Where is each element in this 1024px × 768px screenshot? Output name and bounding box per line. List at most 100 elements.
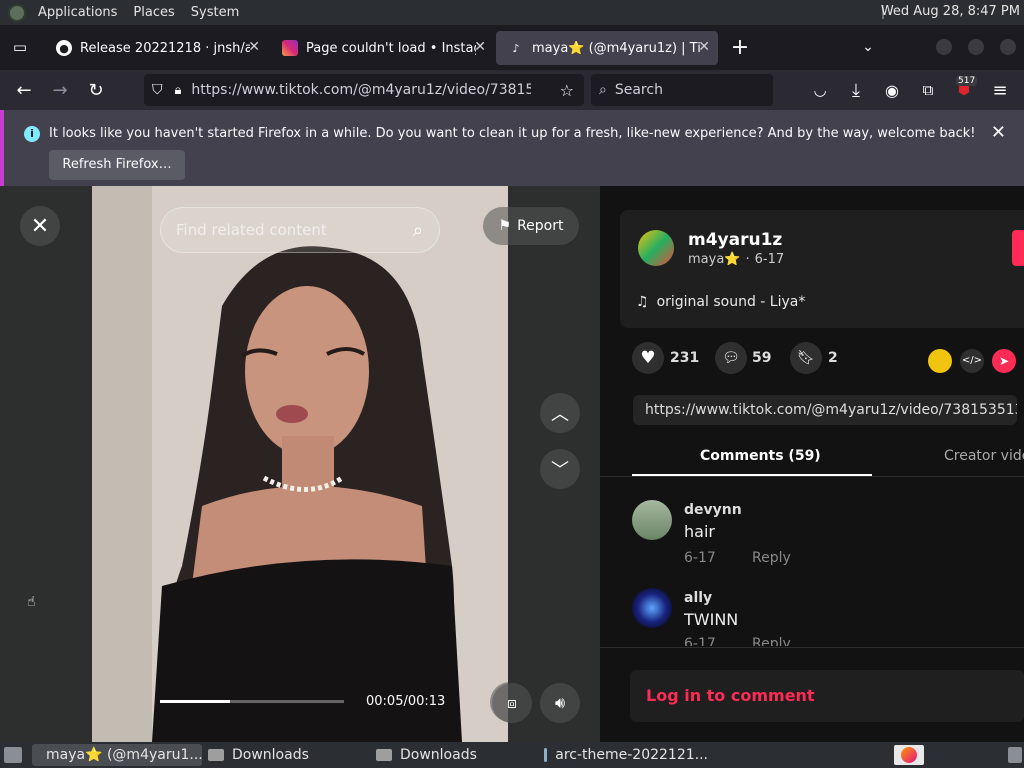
tab-github[interactable]: ● Release 20221218 · jnsh/arc ✕ <box>44 31 268 65</box>
task-label: Downloads <box>232 747 309 763</box>
creator-nickname: maya⭐ <box>688 252 741 267</box>
video-area: 00:05/00:13 ✕ Find related content ⌕ ⚑ R… <box>0 186 600 742</box>
firefox-icon <box>901 747 917 763</box>
creator-username[interactable]: m4yaru1z <box>688 230 782 250</box>
menu-applications[interactable]: Applications <box>38 5 117 20</box>
video-progress-fill <box>160 700 230 703</box>
avatar[interactable] <box>632 500 672 540</box>
refresh-firefox-button[interactable]: Refresh Firefox… <box>49 150 185 180</box>
search-bar[interactable]: ⌕ Search <box>591 74 773 106</box>
previous-video-button[interactable]: ︿ <box>540 393 580 433</box>
search-placeholder: Search <box>614 82 663 98</box>
save-count: 2 <box>828 350 838 366</box>
heart-icon: ♥ <box>640 348 656 368</box>
video-progress-track[interactable] <box>160 700 344 703</box>
chevron-up-icon: ︿ <box>551 404 569 425</box>
tab-bar: ▭ ● Release 20221218 · jnsh/arc ✕ Page c… <box>0 25 1024 70</box>
maximize-button[interactable] <box>968 39 984 55</box>
like-button[interactable]: ♥ <box>632 342 664 374</box>
comment-input-box[interactable]: Log in to comment <box>630 670 1024 722</box>
task-arc-theme[interactable]: arc-theme-2022121... <box>538 744 708 766</box>
github-icon: ● <box>56 40 72 56</box>
avatar[interactable] <box>632 588 672 628</box>
flag-icon: ⚑ <box>498 218 512 234</box>
close-video-button[interactable]: ✕ <box>20 206 60 246</box>
follow-button[interactable] <box>1012 230 1024 266</box>
floating-player-button[interactable]: ⧈ <box>492 683 532 723</box>
task-label: maya⭐ (@m4yaru1... <box>46 747 202 763</box>
info-icon: i <box>24 126 40 142</box>
comment-icon: 💬︎ <box>722 350 740 366</box>
repost-icon[interactable] <box>928 349 952 373</box>
save-button[interactable]: 🔖︎ <box>790 342 822 374</box>
tab-creator-videos[interactable]: Creator vide <box>944 448 1024 464</box>
creator-meta: maya⭐ · 6-17 <box>688 252 784 267</box>
downloads-icon[interactable]: ⤓ <box>844 78 868 102</box>
tab-overview-icon[interactable]: ▭ <box>8 35 32 59</box>
related-search-box[interactable]: Find related content ⌕ <box>160 207 440 253</box>
video-frame <box>92 186 508 742</box>
archive-icon <box>544 748 548 762</box>
task-firefox[interactable]: maya⭐ (@m4yaru1... <box>32 744 202 766</box>
task-label: Downloads <box>400 747 477 763</box>
video-player[interactable]: 00:05/00:13 <box>92 186 508 742</box>
close-icon[interactable]: ✕ <box>248 39 260 55</box>
tab-divider <box>600 476 1024 477</box>
menu-icon[interactable]: ≡ <box>988 78 1012 102</box>
workspace-switcher[interactable] <box>894 745 924 765</box>
window-close-button[interactable] <box>1000 39 1016 55</box>
shield-icon[interactable]: ⛉ <box>152 82 163 98</box>
tab-instagram[interactable]: Page couldn't load • Instagra ✕ <box>270 31 494 65</box>
forward-icon[interactable]: → <box>48 78 72 102</box>
task-downloads-2[interactable]: Downloads <box>370 744 538 766</box>
extensions-icon[interactable]: ⧉ <box>916 78 940 102</box>
reply-button[interactable]: Reply <box>752 550 791 566</box>
comment-text: hair <box>684 522 715 541</box>
creator-date: 6-17 <box>754 252 785 267</box>
avatar[interactable] <box>638 230 674 266</box>
gnome-logo-icon[interactable] <box>8 3 26 22</box>
send-icon[interactable]: ➤ <box>992 349 1016 373</box>
close-icon[interactable]: ✕ <box>991 122 1006 143</box>
report-button[interactable]: ⚑ Report <box>483 207 579 245</box>
next-video-button[interactable]: ﹀ <box>540 449 580 489</box>
share-url-box[interactable]: https://www.tiktok.com/@m4yaru1z/video/7… <box>633 395 1017 425</box>
reload-icon[interactable]: ↻ <box>84 78 108 102</box>
url-text[interactable]: https://www.tiktok.com/@m4yaru1z/video/7… <box>191 82 531 98</box>
pocket-icon[interactable]: ◡ <box>808 78 832 102</box>
tab-title: Release 20221218 · jnsh/arc <box>80 40 250 56</box>
account-icon[interactable]: ◉ <box>880 78 904 102</box>
notification-message: It looks like you haven't started Firefo… <box>49 126 976 141</box>
task-downloads-1[interactable]: Downloads <box>202 744 370 766</box>
list-all-tabs-icon[interactable]: ⌄ <box>856 35 880 59</box>
volume-button[interactable]: 🔊︎ <box>540 683 580 723</box>
tab-tiktok[interactable]: ♪ maya⭐ (@m4yaru1z) | TikTok ✕ <box>496 31 718 65</box>
comment-button[interactable]: 💬︎ <box>715 342 747 374</box>
minimize-button[interactable] <box>936 39 952 55</box>
related-search-placeholder: Find related content <box>176 221 327 239</box>
login-divider <box>600 647 1024 648</box>
close-icon[interactable]: ✕ <box>474 39 486 55</box>
embed-icon[interactable]: </> <box>960 349 984 373</box>
search-icon[interactable]: ⌕ <box>413 220 423 241</box>
close-icon[interactable]: ✕ <box>698 39 710 55</box>
refresh-notification: i It looks like you haven't started Fire… <box>0 110 1024 186</box>
sound-row[interactable]: ♫ original sound - Liya* <box>636 294 805 310</box>
chevron-down-icon: ﹀ <box>551 460 569 481</box>
new-tab-button[interactable]: + <box>728 35 752 60</box>
back-icon[interactable]: ← <box>12 78 36 102</box>
url-bar[interactable]: ⛉ 🔒︎ https://www.tiktok.com/@m4yaru1z/vi… <box>144 74 584 106</box>
trash-icon[interactable] <box>1008 747 1022 763</box>
menu-system[interactable]: System <box>191 5 239 20</box>
lock-icon[interactable]: 🔒︎ <box>175 83 182 98</box>
comment-date: 6-17 <box>684 636 716 646</box>
comment-user[interactable]: devynn <box>684 502 742 518</box>
login-to-comment[interactable]: Log in to comment <box>646 686 815 705</box>
reply-button[interactable]: Reply <box>752 636 791 646</box>
menu-places[interactable]: Places <box>133 5 174 20</box>
show-desktop-icon[interactable] <box>4 747 22 763</box>
clock[interactable]: Wed Aug 28, 8:47 PM <box>881 4 1020 19</box>
comment-user[interactable]: ally <box>684 590 712 606</box>
tab-comments[interactable]: Comments (59) <box>700 448 821 464</box>
bookmark-star-icon[interactable]: ☆ <box>560 81 574 100</box>
